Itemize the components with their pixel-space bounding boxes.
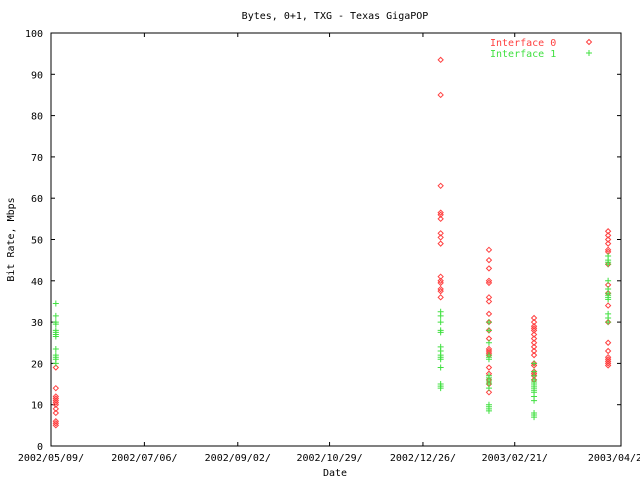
y-tick-label: 60 xyxy=(31,194,43,205)
x-axis-label: Date xyxy=(323,468,347,479)
data-point xyxy=(437,182,444,190)
chart-title: Bytes, 0+1, TXG - Texas GigaPOP xyxy=(242,11,429,22)
data-point xyxy=(437,364,444,371)
y-axis: 0 10 20 30 40 50 60 70 80 90 100 xyxy=(25,29,621,453)
y-tick-label: 10 xyxy=(31,401,43,412)
data-point xyxy=(485,319,492,326)
series-interface-0 xyxy=(52,56,612,429)
legend-marker-icon xyxy=(585,38,593,46)
x-tick-label: 2002/05/09/ xyxy=(18,453,84,464)
legend-marker-interface-1 xyxy=(586,50,592,56)
legend: Interface 0 Interface 1 xyxy=(490,38,593,60)
legend-marker-interface-0 xyxy=(585,38,593,46)
series-interface-1 xyxy=(52,253,612,421)
data-point xyxy=(437,294,444,301)
data-point xyxy=(485,339,492,346)
data-point xyxy=(485,256,493,264)
data-points xyxy=(52,56,612,429)
x-tick-label: 2003/04/28/ xyxy=(588,453,640,464)
data-point xyxy=(52,360,59,367)
y-tick-label: 90 xyxy=(31,70,43,81)
data-point xyxy=(52,300,59,307)
y-tick-label: 70 xyxy=(31,153,43,164)
y-tick-label: 20 xyxy=(31,359,43,370)
y-tick-label: 0 xyxy=(37,442,43,453)
data-point xyxy=(605,319,612,326)
data-point xyxy=(485,327,492,334)
legend-label-interface-1: Interface 1 xyxy=(490,49,556,60)
data-point xyxy=(604,339,612,346)
x-tick-label: 2002/09/02/ xyxy=(205,453,271,464)
data-point xyxy=(485,310,493,318)
data-point xyxy=(485,246,493,254)
y-tick-label: 40 xyxy=(31,277,43,288)
legend-label-interface-0: Interface 0 xyxy=(490,38,556,49)
data-point xyxy=(604,347,612,355)
x-axis: 2002/05/09/2002/07/06/2002/09/02/2002/10… xyxy=(18,33,640,464)
y-tick-label: 80 xyxy=(31,112,43,123)
legend-marker-icon xyxy=(586,50,592,56)
data-point xyxy=(52,345,59,352)
data-point xyxy=(437,91,444,99)
data-point xyxy=(604,302,612,309)
x-tick-label: 2003/02/21/ xyxy=(482,453,548,464)
y-tick-label: 30 xyxy=(31,318,43,329)
x-tick-label: 2002/10/29/ xyxy=(296,453,362,464)
data-point xyxy=(52,384,60,392)
data-point xyxy=(437,56,444,64)
data-point xyxy=(437,312,444,319)
data-point xyxy=(485,385,492,392)
data-point xyxy=(52,312,59,319)
y-axis-label: Bit Rate, Mbps xyxy=(6,197,17,281)
data-point xyxy=(437,319,444,326)
data-point xyxy=(605,277,612,284)
x-tick-label: 2002/07/06/ xyxy=(111,453,177,464)
y-tick-label: 100 xyxy=(25,29,43,40)
data-point xyxy=(485,364,493,371)
data-point xyxy=(531,397,538,404)
data-point xyxy=(437,240,444,247)
chart: Bytes, 0+1, TXG - Texas GigaPOP 0 10 20 30 4… xyxy=(6,11,640,479)
x-tick-label: 2002/12/26/ xyxy=(390,453,456,464)
data-point xyxy=(485,265,493,272)
y-tick-label: 50 xyxy=(31,236,43,247)
